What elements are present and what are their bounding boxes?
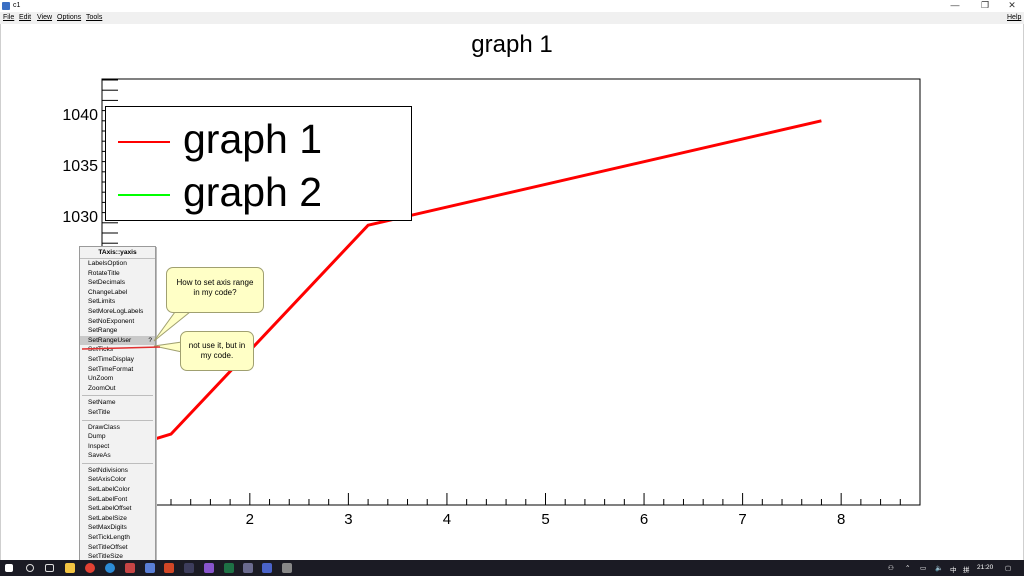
start-icon[interactable] [5, 564, 13, 572]
highlight-underline [81, 346, 161, 350]
root-app-icon[interactable] [262, 563, 272, 573]
app-icon-dark[interactable] [184, 563, 194, 573]
task-view-icon[interactable] [45, 564, 54, 572]
question-text: How to set axis range in my code? [176, 278, 254, 297]
taskbar: ⚇ ⌃ ▭ 🔈 中 拼 21:20 ▢ [0, 560, 1024, 576]
notification-icon[interactable]: ▢ [1005, 564, 1011, 572]
lang-indicator[interactable]: 拼 [963, 564, 970, 574]
powerpoint-icon[interactable] [164, 563, 174, 573]
app-icon-gray[interactable] [243, 563, 253, 573]
file-explorer-icon[interactable] [65, 563, 75, 573]
search-icon[interactable] [26, 564, 34, 572]
chevron-up-icon[interactable]: ⌃ [905, 564, 910, 572]
volume-icon[interactable]: 🔈 [935, 564, 943, 572]
bubble-pointers [81, 311, 192, 353]
app-icon-misc[interactable] [282, 563, 292, 573]
clock[interactable]: 21:20 [977, 564, 993, 571]
excel-icon[interactable] [224, 563, 234, 573]
reply-bubble: not use it, but in my code. [180, 331, 254, 371]
people-icon[interactable]: ⚇ [888, 564, 894, 572]
ime-indicator[interactable]: 中 [950, 564, 957, 574]
visual-studio-icon[interactable] [204, 563, 214, 573]
app-icon-red[interactable] [125, 563, 135, 573]
chrome-icon[interactable] [85, 563, 95, 573]
edge-icon[interactable] [105, 563, 115, 573]
question-bubble: How to set axis range in my code? [166, 267, 264, 313]
app-icon-blue[interactable] [145, 563, 155, 573]
network-icon[interactable]: ▭ [920, 564, 926, 572]
reply-text: not use it, but in my code. [188, 341, 246, 360]
